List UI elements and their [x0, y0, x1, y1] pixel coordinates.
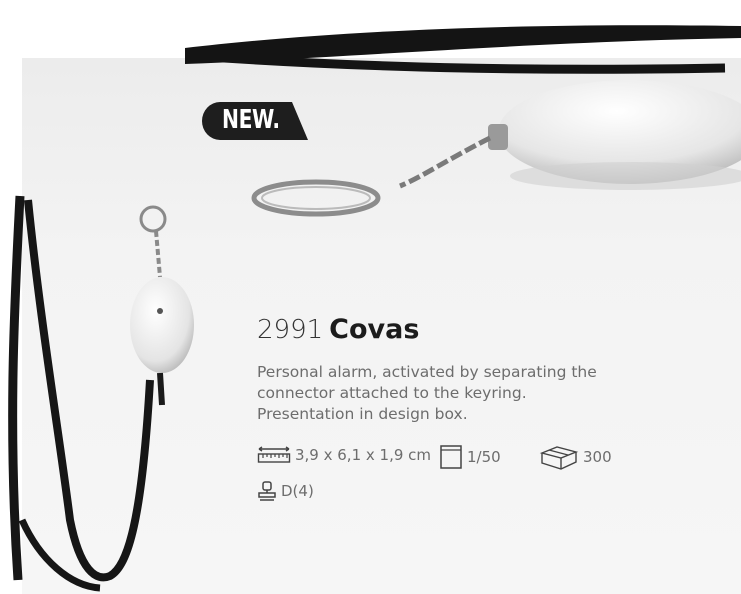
product-code: 2991 [257, 315, 324, 345]
product-name: Covas [329, 314, 420, 345]
box-packing-icon [440, 445, 462, 469]
carton-icon [539, 446, 579, 470]
ruler-icon [257, 446, 291, 463]
product-title: 2991 Covas [257, 314, 419, 345]
spec-box-quantity: 300 [539, 444, 612, 470]
alarm-small-image [130, 205, 194, 406]
spec-dimensions: 3,9 x 6,1 x 1,9 cm [257, 446, 431, 464]
spec-packing: 1/50 [439, 444, 501, 470]
description-line: Personal alarm, activated by separating … [257, 363, 597, 381]
description-line: Presentation in design box. [257, 405, 468, 423]
stamp-icon [258, 481, 276, 501]
new-badge: NEW. [202, 102, 308, 140]
dimensions-value: 3,9 x 6,1 x 1,9 cm [295, 446, 432, 464]
print-value: D(4) [281, 482, 314, 500]
new-badge-label: NEW. [222, 105, 280, 135]
product-description: Personal alarm, activated by separating … [257, 362, 677, 425]
description-line: connector attached to the keyring. [257, 384, 527, 402]
box-quantity-value: 300 [583, 448, 612, 466]
spec-print: D(4) [257, 480, 314, 502]
packing-value: 1/50 [467, 448, 501, 466]
alarm-large-image [251, 80, 741, 217]
